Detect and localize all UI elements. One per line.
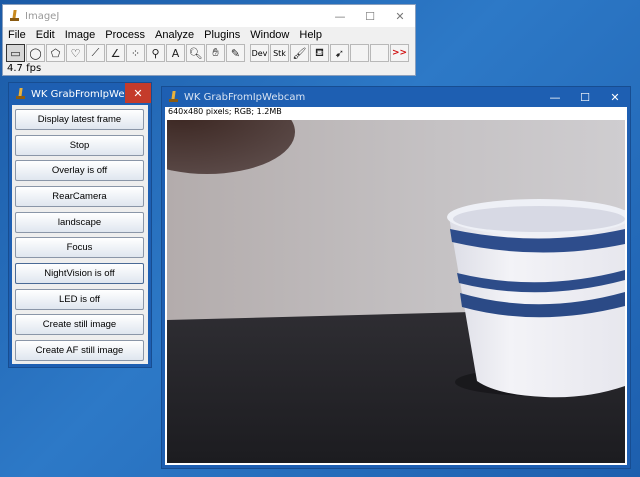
tool-bar: ▭ ◯ ⬠ ♡ ⟋ ∠ ⁘ ⚲ A 🔍︎ ✋︎ ✎ Dev Stk 🖌︎ ⛾ ➹…	[3, 43, 415, 63]
menu-file[interactable]: File	[3, 29, 31, 41]
rectangle-tool-icon[interactable]: ▭	[6, 44, 25, 62]
image-window: WK GrabFromIpWebcam — ☐ ✕ 640x480 pixels…	[161, 86, 631, 469]
imagej-microscope-icon	[9, 10, 20, 22]
minimize-button[interactable]: —	[540, 87, 570, 107]
led-toggle-button[interactable]: LED is off	[15, 289, 144, 310]
imagej-title: ImageJ	[25, 10, 60, 22]
color-picker-tool-icon[interactable]: ✎	[226, 44, 245, 62]
arrow-tool-icon[interactable]: ➹	[330, 44, 349, 62]
line-tool-icon[interactable]: ⟋	[86, 44, 105, 62]
create-af-still-image-button[interactable]: Create AF still image	[15, 340, 144, 361]
nightvision-toggle-button[interactable]: NightVision is off	[15, 263, 144, 284]
flood-fill-tool-icon[interactable]: ⛾	[310, 44, 329, 62]
image-window-title-bar[interactable]: WK GrabFromIpWebcam — ☐ ✕	[162, 87, 630, 107]
image-canvas[interactable]	[165, 117, 627, 465]
multipoint-tool-icon[interactable]: ⁘	[126, 44, 145, 62]
more-tools-icon[interactable]: >>	[390, 44, 409, 62]
dev-tool-icon[interactable]: Dev	[250, 44, 269, 62]
imagej-title-bar[interactable]: ImageJ — ☐ ✕	[3, 5, 415, 27]
create-still-image-button[interactable]: Create still image	[15, 314, 144, 335]
panel-app-icon	[15, 88, 26, 100]
menu-process[interactable]: Process	[100, 29, 150, 41]
webcam-control-panel: WK GrabFromIpWebc... ✕ Display latest fr…	[8, 82, 152, 368]
hand-tool-icon[interactable]: ✋︎	[206, 44, 225, 62]
image-window-app-icon	[168, 91, 179, 103]
blank-tool-slot[interactable]	[370, 44, 389, 62]
menu-analyze[interactable]: Analyze	[150, 29, 199, 41]
image-window-title: WK GrabFromIpWebcam	[184, 91, 306, 103]
close-button[interactable]: ✕	[385, 5, 415, 27]
menu-help[interactable]: Help	[294, 29, 327, 41]
display-latest-frame-button[interactable]: Display latest frame	[15, 109, 144, 130]
orientation-button[interactable]: landscape	[15, 212, 144, 233]
maximize-button[interactable]: ☐	[355, 5, 385, 27]
maximize-button[interactable]: ☐	[570, 87, 600, 107]
blank-tool-slot[interactable]	[350, 44, 369, 62]
image-info-line: 640x480 pixels; RGB; 1.2MB	[165, 107, 627, 117]
overlay-toggle-button[interactable]: Overlay is off	[15, 160, 144, 181]
menu-edit[interactable]: Edit	[31, 29, 60, 41]
panel-title-bar[interactable]: WK GrabFromIpWebc... ✕	[9, 83, 151, 105]
status-bar: 4.7 fps	[7, 63, 42, 74]
brush-tool-icon[interactable]: 🖌︎	[290, 44, 309, 62]
polygon-tool-icon[interactable]: ⬠	[46, 44, 65, 62]
stk-tool-icon[interactable]: Stk	[270, 44, 289, 62]
webcam-frame	[167, 120, 625, 463]
menu-bar: File Edit Image Process Analyze Plugins …	[3, 27, 415, 43]
magnifier-tool-icon[interactable]: 🔍︎	[186, 44, 205, 62]
panel-close-button[interactable]: ✕	[125, 83, 151, 103]
menu-window[interactable]: Window	[245, 29, 294, 41]
angle-tool-icon[interactable]: ∠	[106, 44, 125, 62]
panel-body: Display latest frame Stop Overlay is off…	[12, 105, 148, 364]
stop-button[interactable]: Stop	[15, 135, 144, 156]
rear-camera-button[interactable]: RearCamera	[15, 186, 144, 207]
focus-button[interactable]: Focus	[15, 237, 144, 258]
wand-tool-icon[interactable]: ⚲	[146, 44, 165, 62]
oval-tool-icon[interactable]: ◯	[26, 44, 45, 62]
freehand-tool-icon[interactable]: ♡	[66, 44, 85, 62]
menu-plugins[interactable]: Plugins	[199, 29, 245, 41]
menu-image[interactable]: Image	[60, 29, 101, 41]
imagej-main-window: ImageJ — ☐ ✕ File Edit Image Process Ana…	[2, 4, 416, 76]
close-button[interactable]: ✕	[600, 87, 630, 107]
minimize-button[interactable]: —	[325, 5, 355, 27]
text-tool-icon[interactable]: A	[166, 44, 185, 62]
